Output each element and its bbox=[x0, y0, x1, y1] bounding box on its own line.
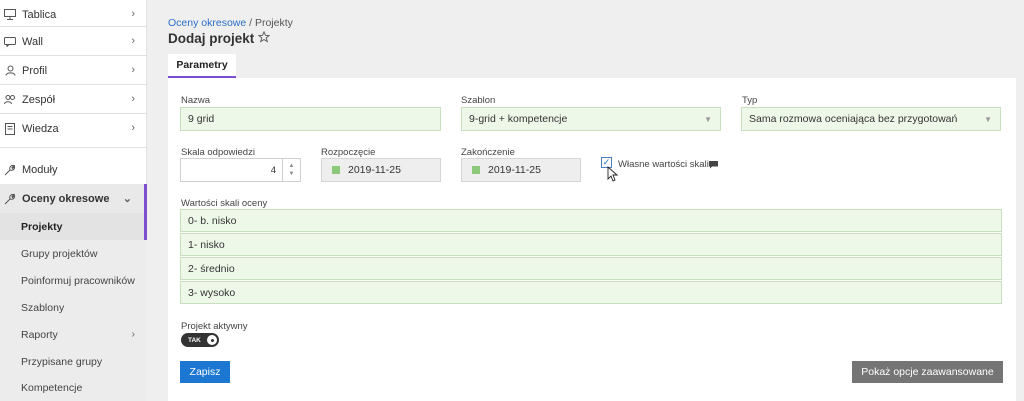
name-label: Nazwa bbox=[181, 95, 211, 106]
chevron-down-icon[interactable]: ▼ bbox=[289, 170, 295, 178]
chevron-right-icon: › bbox=[131, 8, 135, 20]
breadcrumb: Oceny okresowe / Projekty bbox=[168, 17, 293, 29]
star-icon[interactable] bbox=[257, 30, 271, 46]
chevron-right-icon: › bbox=[131, 122, 135, 134]
wrench-icon bbox=[3, 163, 17, 177]
scale-stepper[interactable]: 4 ▲ ▼ bbox=[180, 158, 301, 182]
chevron-down-icon: ▼ bbox=[984, 115, 992, 124]
scale-value-text: 3- wysoko bbox=[188, 286, 236, 299]
sidebar-subitem-label: Poinformuj pracowników bbox=[21, 274, 135, 287]
sidebar-item-label: Profil bbox=[22, 64, 48, 77]
end-label: Zakończenie bbox=[461, 147, 515, 158]
scale-value-input[interactable]: 3- wysoko bbox=[180, 281, 1002, 304]
tab-label: Parametry bbox=[176, 59, 228, 71]
custom-scale-label: Własne wartości skali bbox=[618, 159, 709, 170]
chevron-up-icon[interactable]: ▲ bbox=[289, 162, 295, 170]
start-date-value: 2019-11-25 bbox=[348, 164, 401, 176]
sidebar-subitem-poinformuj[interactable]: Poinformuj pracowników bbox=[0, 267, 147, 294]
page-title: Dodaj projekt bbox=[168, 31, 255, 46]
breadcrumb-link-oceny[interactable]: Oceny okresowe bbox=[168, 17, 246, 29]
start-date-field[interactable]: 2019-11-25 bbox=[321, 158, 441, 182]
sidebar-subitem-grupy-projektow[interactable]: Grupy projektów bbox=[0, 240, 147, 267]
sidebar-subitem-label: Przypisane grupy bbox=[21, 355, 103, 368]
advanced-options-button[interactable]: Pokaż opcje zaawansowane bbox=[852, 361, 1003, 383]
end-date-field[interactable]: 2019-11-25 bbox=[461, 158, 581, 182]
sidebar-item-moduly[interactable]: Moduły bbox=[0, 155, 147, 184]
monitor-icon bbox=[3, 8, 17, 22]
toggle-knob bbox=[207, 335, 217, 345]
scale-label: Skala odpowiedzi bbox=[181, 147, 255, 158]
calendar-icon bbox=[332, 166, 340, 174]
sidebar-subitem-label: Raporty bbox=[21, 328, 58, 341]
sidebar-subitem-label: Grupy projektów bbox=[21, 247, 98, 260]
sidebar-item-tablica[interactable]: Tablica › bbox=[0, 0, 147, 29]
team-icon bbox=[3, 93, 17, 107]
scale-value-text: 2- średnio bbox=[188, 262, 235, 275]
sidebar: Tablica › Wall › Profil › Zespół › Wiedz… bbox=[0, 0, 147, 401]
sidebar-subitem-projekty[interactable]: Projekty bbox=[0, 213, 147, 240]
end-date-value: 2019-11-25 bbox=[488, 164, 541, 176]
chevron-right-icon: › bbox=[131, 93, 135, 105]
scale-values-label: Wartości skali oceny bbox=[181, 198, 268, 209]
sidebar-item-zespol[interactable]: Zespół › bbox=[0, 85, 147, 114]
wrench-icon bbox=[3, 192, 17, 206]
sidebar-item-label: Moduły bbox=[22, 163, 58, 176]
breadcrumb-current: / Projekty bbox=[246, 17, 293, 29]
start-label: Rozpoczęcie bbox=[321, 147, 376, 158]
sidebar-item-label: Tablica bbox=[22, 8, 57, 21]
toggle-label: TAK bbox=[188, 336, 201, 344]
chevron-right-icon: › bbox=[131, 64, 135, 76]
sidebar-item-profil[interactable]: Profil › bbox=[0, 56, 147, 85]
divider bbox=[0, 147, 147, 148]
scale-value-text: 1- nisko bbox=[188, 238, 225, 251]
sidebar-subitem-label: Projekty bbox=[21, 220, 63, 233]
calendar-icon bbox=[472, 166, 480, 174]
form-panel: Nazwa 9 grid Szablon 9-grid + kompetencj… bbox=[168, 78, 1016, 401]
page-title-wrap: Dodaj projekt bbox=[168, 30, 271, 46]
active-toggle[interactable]: TAK bbox=[181, 333, 219, 347]
wall-icon bbox=[3, 35, 17, 49]
sidebar-item-label: Wall bbox=[22, 35, 43, 48]
type-value: Sama rozmowa oceniająca bez przygotowań bbox=[749, 113, 958, 125]
template-value: 9-grid + kompetencje bbox=[469, 113, 568, 125]
stepper-buttons[interactable]: ▲ ▼ bbox=[282, 159, 300, 181]
sidebar-subitem-przypisane-grupy[interactable]: Przypisane grupy bbox=[0, 348, 147, 375]
sidebar-item-oceny-okresowe[interactable]: Oceny okresowe ⌄ bbox=[0, 184, 147, 213]
tab-parametry[interactable]: Parametry bbox=[168, 54, 236, 78]
cursor-icon bbox=[607, 165, 619, 185]
sidebar-subitem-szablony[interactable]: Szablony bbox=[0, 294, 147, 321]
scale-value-text: 0- b. nisko bbox=[188, 214, 237, 227]
type-label: Typ bbox=[742, 95, 758, 106]
chevron-down-icon: ▼ bbox=[704, 115, 712, 124]
sidebar-subitem-label: Kompetencje bbox=[21, 382, 83, 394]
scale-value-input[interactable]: 1- nisko bbox=[180, 233, 1002, 256]
chevron-right-icon: › bbox=[131, 35, 135, 47]
comment-icon bbox=[709, 160, 718, 172]
book-icon bbox=[3, 122, 17, 136]
sidebar-subitem-raporty[interactable]: Raporty › bbox=[0, 321, 147, 348]
sidebar-item-label: Zespół bbox=[22, 93, 56, 106]
scale-value-input[interactable]: 2- średnio bbox=[180, 257, 1002, 280]
scale-value: 4 bbox=[270, 165, 276, 176]
template-select[interactable]: 9-grid + kompetencje ▼ bbox=[461, 107, 721, 131]
sidebar-item-label: Wiedza bbox=[22, 122, 59, 135]
sidebar-item-label: Oceny okresowe bbox=[22, 192, 110, 205]
chevron-right-icon: › bbox=[131, 328, 136, 340]
sidebar-subitem-kompetencje[interactable]: Kompetencje bbox=[0, 375, 147, 401]
type-select[interactable]: Sama rozmowa oceniająca bez przygotowań … bbox=[741, 107, 1001, 131]
sidebar-subitem-label: Szablony bbox=[21, 301, 65, 314]
user-icon bbox=[3, 64, 17, 78]
sidebar-item-wiedza[interactable]: Wiedza › bbox=[0, 114, 147, 143]
sidebar-item-wall[interactable]: Wall › bbox=[0, 27, 147, 56]
save-button[interactable]: Zapisz bbox=[180, 361, 230, 383]
active-label: Projekt aktywny bbox=[181, 321, 248, 332]
name-value: 9 grid bbox=[188, 113, 215, 125]
scale-value-input[interactable]: 0- b. nisko bbox=[180, 209, 1002, 232]
chevron-down-icon: ⌄ bbox=[122, 193, 132, 205]
name-field[interactable]: 9 grid bbox=[180, 107, 441, 131]
template-label: Szablon bbox=[461, 95, 496, 106]
